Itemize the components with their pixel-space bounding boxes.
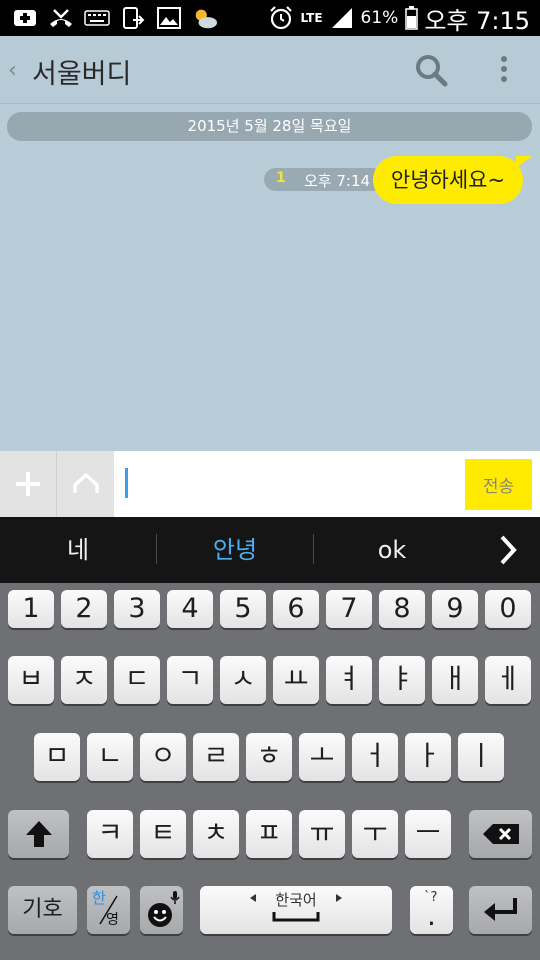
chat-title: 서울버디	[32, 59, 132, 90]
key-vowel[interactable]: ㅔ	[485, 656, 531, 704]
emoticon-button[interactable]	[57, 451, 114, 517]
image-icon	[156, 5, 182, 31]
search-icon[interactable]	[414, 53, 448, 87]
shift-arrow-icon	[25, 821, 52, 847]
lte-indicator: LTE	[300, 10, 323, 25]
chevron-right-icon[interactable]	[494, 534, 522, 566]
key-vowel[interactable]: ㅠ	[299, 810, 345, 858]
emoji-key[interactable]	[140, 886, 183, 934]
send-button[interactable]: 전송	[465, 459, 532, 510]
battery-percent: 61%	[360, 8, 399, 28]
message-time: 오후 7:14	[304, 172, 371, 190]
date-divider: 2015년 5월 28일 목요일	[7, 112, 532, 141]
key-vowel[interactable]: ㅓ	[352, 733, 398, 781]
screen-mirroring-icon	[120, 5, 146, 31]
key-consonant[interactable]: ㅊ	[193, 810, 239, 858]
suggestion-item[interactable]: 네	[0, 517, 156, 583]
message-input[interactable]	[114, 451, 460, 517]
key-6[interactable]: 6	[273, 590, 319, 628]
key-vowel[interactable]: ㅣ	[458, 733, 504, 781]
key-consonant[interactable]: ㅌ	[140, 810, 186, 858]
chat-area[interactable]: 2015년 5월 28일 목요일 1 오후 7:14 안녕하세요~	[0, 104, 540, 451]
symbols-key[interactable]: 기호	[8, 886, 77, 934]
slash-icon	[99, 895, 118, 925]
suggestion-item[interactable]: ok	[314, 517, 470, 583]
chat-header: ‹ 서울버디	[0, 36, 540, 104]
missed-call-icon	[48, 5, 74, 31]
key-consonant[interactable]: ㄷ	[114, 656, 160, 704]
key-3[interactable]: 3	[114, 590, 160, 628]
key-consonant[interactable]: ㄱ	[167, 656, 213, 704]
backspace-key[interactable]	[469, 810, 532, 858]
attach-button[interactable]	[0, 451, 57, 517]
keyboard-icon	[84, 5, 110, 31]
clock: 오후 7:15	[424, 6, 530, 35]
back-icon[interactable]: ‹	[8, 58, 17, 83]
space-bar-icon	[250, 894, 342, 922]
key-consonant[interactable]: ㅁ	[34, 733, 80, 781]
space-key[interactable]: 한국어	[200, 886, 392, 934]
key-consonant[interactable]: ㄴ	[87, 733, 133, 781]
suggestion-bar: 네 안녕 ok	[0, 517, 540, 583]
key-9[interactable]: 9	[432, 590, 478, 628]
message-input-bar: 전송	[0, 451, 540, 517]
key-4[interactable]: 4	[167, 590, 213, 628]
period-label: .	[427, 899, 436, 932]
unread-count: 1	[276, 170, 286, 186]
key-consonant[interactable]: ㅂ	[8, 656, 54, 704]
key-1[interactable]: 1	[8, 590, 54, 628]
key-vowel[interactable]: ㅡ	[405, 810, 451, 858]
status-bar: LTE 61% 오후 7:15	[0, 0, 540, 36]
alarm-icon	[268, 5, 294, 31]
key-vowel[interactable]: ㅐ	[432, 656, 478, 704]
language-toggle-key[interactable]: 한 영	[87, 886, 130, 934]
key-consonant[interactable]: ㅎ	[246, 733, 292, 781]
smiley-icon	[148, 891, 180, 927]
period-key[interactable]: `? .	[410, 886, 453, 934]
key-0[interactable]: 0	[485, 590, 531, 628]
key-vowel[interactable]: ㅜ	[352, 810, 398, 858]
key-2[interactable]: 2	[61, 590, 107, 628]
key-5[interactable]: 5	[220, 590, 266, 628]
plus-icon	[16, 472, 40, 496]
text-cursor	[125, 468, 128, 498]
key-8[interactable]: 8	[379, 590, 425, 628]
key-consonant[interactable]: ㄹ	[193, 733, 239, 781]
keyboard: 1 2 3 4 5 6 7 8 9 0 ㅂ ㅈ ㄷ ㄱ ㅅ ㅛ ㅕ ㅑ ㅐ ㅔ …	[0, 583, 540, 960]
key-consonant[interactable]: ㅍ	[246, 810, 292, 858]
key-vowel[interactable]: ㅑ	[379, 656, 425, 704]
backspace-icon	[482, 824, 519, 844]
key-7[interactable]: 7	[326, 590, 372, 628]
key-vowel[interactable]: ㅛ	[273, 656, 319, 704]
more-options-icon[interactable]	[494, 54, 514, 88]
shift-key[interactable]	[8, 810, 69, 858]
message-bubble[interactable]: 안녕하세요~	[373, 156, 523, 204]
enter-icon	[483, 898, 517, 921]
key-vowel[interactable]: ㅗ	[299, 733, 345, 781]
key-consonant[interactable]: ㅈ	[61, 656, 107, 704]
key-vowel[interactable]: ㅏ	[405, 733, 451, 781]
battery-icon	[404, 5, 418, 31]
key-vowel[interactable]: ㅕ	[326, 656, 372, 704]
chevron-up-icon	[72, 473, 99, 493]
key-consonant[interactable]: ㅅ	[220, 656, 266, 704]
suggestion-item[interactable]: 안녕	[157, 517, 313, 583]
enter-key[interactable]	[469, 886, 532, 934]
key-consonant[interactable]: ㅇ	[140, 733, 186, 781]
key-consonant[interactable]: ㅋ	[87, 810, 133, 858]
weather-icon	[192, 5, 218, 31]
signal-icon	[329, 5, 355, 31]
add-notification-icon	[12, 5, 38, 31]
